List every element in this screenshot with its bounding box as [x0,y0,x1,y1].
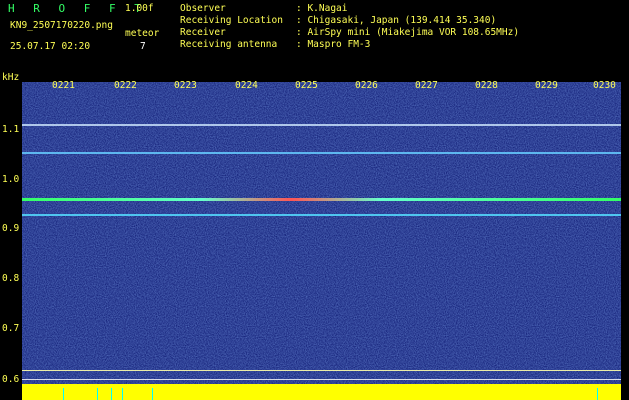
info-value-location: : Chigasaki, Japan (139.414 35.340) [296,15,497,26]
time-label-0225: 0225 [295,80,318,91]
info-key-observer: Observer [180,3,226,14]
y-tick-1-1: 1.1 [2,124,20,135]
footer-marker [97,388,98,400]
datetime-label: 25.07.17 02:20 [10,41,91,52]
time-label-0226: 0226 [355,80,378,91]
info-value-receiver: : AirSpy mini (Miakejima VOR 108.65MHz) [296,27,520,38]
carrier-line-0-93 [22,214,621,216]
y-tick-0-7: 0.7 [2,323,20,334]
frequency-unit: kHz [2,72,20,83]
info-key-location: Receiving Location [180,15,283,26]
carrier-line-1-1 [22,124,621,126]
footer-marker [111,388,112,400]
time-label-0224: 0224 [235,80,258,91]
time-label-0221: 0221 [52,80,75,91]
spectrogram-noise [22,82,621,384]
meteor-label: meteor [125,28,160,39]
footer-marker [152,388,153,400]
carrier-line-1-05 [22,152,621,154]
y-tick-0-6: 0.6 [2,374,20,385]
info-value-observer: : K.Nagai [296,3,348,14]
time-label-0230: 0230 [593,80,616,91]
filename-label: KN9_2507170220.png [10,20,113,31]
footer-marker [63,388,64,400]
info-key-receiver: Receiver [180,27,226,38]
time-label-0229: 0229 [535,80,558,91]
time-label-0222: 0222 [114,80,137,91]
info-value-antenna: : Maspro FM-3 [296,39,371,50]
y-tick-0-8: 0.8 [2,273,20,284]
y-tick-1-0: 1.0 [2,174,20,185]
spectrogram [22,82,621,384]
header-panel: H R O F F T 1.00f KN9_2507170220.png met… [0,0,629,72]
frequency-axis: kHz 1.1 1.0 0.9 0.8 0.7 0.6 [0,72,22,400]
footer-marker [122,388,123,400]
time-label-0227: 0227 [415,80,438,91]
baseline-line [22,370,621,371]
carrier-line-main [22,198,621,201]
y-tick-0-9: 0.9 [2,223,20,234]
meteor-count: 7 [140,41,146,52]
info-key-antenna: Receiving antenna [180,39,278,50]
bottom-line [22,379,621,380]
footer-marker [597,388,598,400]
time-label-0223: 0223 [174,80,197,91]
time-label-0228: 0228 [475,80,498,91]
version-label: 1.00f [125,3,154,14]
